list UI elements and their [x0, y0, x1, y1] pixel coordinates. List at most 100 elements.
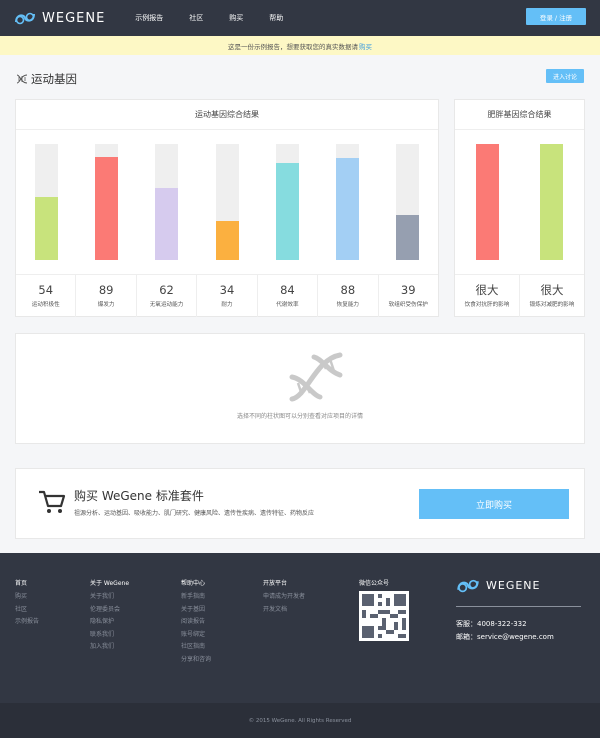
- stat-value: 39: [400, 283, 416, 297]
- stat-cell[interactable]: 84 代谢效率: [258, 275, 319, 317]
- footer-link[interactable]: 关于基因: [181, 604, 211, 617]
- stat-label: 耐力: [221, 302, 233, 308]
- stat-value: 88: [340, 283, 356, 297]
- logo-icon: [457, 579, 479, 593]
- stat-cell[interactable]: 很大饮食对抗肝的影响: [455, 275, 520, 317]
- footer-link[interactable]: 新手指南: [181, 591, 211, 604]
- bar-fill: [94, 156, 118, 260]
- logo-text: WEGENE: [42, 10, 106, 26]
- bar-fill: [336, 157, 360, 260]
- stat-cell[interactable]: 88 恢复能力: [318, 275, 379, 317]
- nav-link-buy[interactable]: 购买: [229, 13, 243, 23]
- cart-icon: [39, 490, 66, 513]
- bar-fill: [475, 144, 499, 260]
- page-title: 运动基因: [16, 71, 77, 87]
- sports-card-title: 运动基因综合结果: [16, 100, 438, 130]
- stat-value: 54: [38, 283, 54, 297]
- bar-0[interactable]: [34, 144, 58, 260]
- buy-subtitle: 祖源分析、运动基因、吸收能力、肌门研究、健康风险、遗传性疾病、遗传特征、药物反应: [74, 510, 315, 517]
- stat-value: 很大: [475, 283, 499, 297]
- footer-col-title: 帮助中心: [181, 580, 206, 587]
- bar-fill: [275, 162, 299, 260]
- stat-value: 89: [98, 283, 114, 297]
- footer-col-title: 微信公众号: [359, 580, 390, 587]
- bar-3[interactable]: [215, 144, 239, 260]
- stat-cell[interactable]: 39 软组织受伤保护: [379, 275, 438, 317]
- footer-link[interactable]: 申请成为开发者: [263, 591, 305, 604]
- buy-now-button[interactable]: 立即购买: [419, 489, 569, 519]
- dna-icon: [289, 352, 343, 402]
- obesity-card-title: 肥胖基因综合结果: [455, 100, 584, 130]
- stat-cell[interactable]: 54 运动积极性: [16, 275, 77, 317]
- stat-label: 运动积极性: [31, 302, 60, 308]
- stat-value: 34: [219, 283, 235, 297]
- footer-col-home: 首页 购买 社区 示例报告: [15, 578, 39, 629]
- footer-col-title: 开放平台: [263, 580, 288, 587]
- notice-buy-link[interactable]: 购买: [359, 41, 372, 51]
- stat-cell[interactable]: 62 无氧运动能力: [137, 275, 198, 317]
- footer-link[interactable]: 隐私保护: [90, 616, 129, 629]
- sports-result-card: 运动基因综合结果 54 运动积极性 89 爆发力 62 无氧运动能力 34 耐力 84 代谢效率 8…: [15, 99, 439, 317]
- footer-col-title: 关于 WeGene: [90, 580, 130, 587]
- footer-logo: WEGENE: [456, 578, 540, 593]
- footer-link[interactable]: 伦理委员会: [90, 604, 129, 617]
- obesity-result-card: 肥胖基因综合结果 很大 饮食对抗肝的影响 很大 锻炼对减肥的影响: [454, 99, 585, 317]
- stat-label: 代谢效率: [276, 302, 299, 308]
- bar-fill: [396, 214, 420, 260]
- discuss-button[interactable]: 进入讨论: [546, 69, 584, 83]
- stat-cell[interactable]: 34 耐力: [197, 275, 258, 317]
- bar-4[interactable]: [275, 144, 299, 260]
- logo[interactable]: WEGENE: [14, 11, 105, 26]
- detail-panel: 选择不同的柱状图可以分别查看对应项目的详情: [15, 333, 585, 444]
- footer-col-about: 关于 WeGene 关于我们 伦理委员会 隐私保护 联系我们 加入我们: [90, 578, 129, 654]
- footer-link[interactable]: 加入我们: [90, 641, 129, 654]
- footer-link[interactable]: 社区指南: [181, 641, 211, 654]
- footer-divider: [456, 606, 581, 607]
- bar-fill: [34, 197, 58, 260]
- dna-small-icon: [16, 74, 28, 84]
- wechat-qr-code: [359, 591, 409, 641]
- detail-hint: 选择不同的柱状图可以分别查看对应项目的详情: [236, 413, 363, 420]
- stat-cell[interactable]: 89 爆发力: [76, 275, 137, 317]
- stat-cell[interactable]: 很大锻炼对减肥的影响: [520, 275, 584, 317]
- footer-link[interactable]: 分享和咨询: [181, 654, 211, 667]
- bar-2[interactable]: [155, 144, 179, 260]
- nav-link-help[interactable]: 帮助: [269, 13, 283, 23]
- buy-panel: 购买 WeGene 标准套件 祖源分析、运动基因、吸收能力、肌门研究、健康风险、…: [15, 468, 585, 539]
- footer-link[interactable]: 购买: [15, 591, 39, 604]
- footer-col-help: 帮助中心 新手指南 关于基因 阅读报告 账号绑定 社区指南 分享和咨询: [181, 578, 211, 667]
- stat-label: 锻炼对减肥的影响: [529, 302, 575, 308]
- nav-link-community[interactable]: 社区: [189, 13, 203, 23]
- nav-link-sample-report[interactable]: 示例报告: [135, 13, 163, 23]
- bar-1[interactable]: [94, 144, 118, 260]
- footer-logo-text: WEGENE: [486, 579, 541, 592]
- footer-link[interactable]: 示例报告: [15, 616, 39, 629]
- footer-link[interactable]: 阅读报告: [181, 616, 211, 629]
- buy-title: 购买 WeGene 标准套件: [74, 489, 204, 503]
- footer-phone: 客服：4008-322-332: [456, 620, 527, 628]
- footer-link[interactable]: 社区: [15, 604, 39, 617]
- footer-link[interactable]: 联系我们: [90, 629, 129, 642]
- logo-icon: [15, 12, 35, 25]
- login-register-button[interactable]: 登录 / 注册: [526, 8, 586, 25]
- bar-fill: [215, 220, 239, 260]
- bar-5[interactable]: [336, 144, 360, 260]
- bar-6[interactable]: [396, 144, 420, 260]
- stat-label: 饮食对抗肝的影响: [464, 302, 510, 308]
- footer-link[interactable]: 账号绑定: [181, 629, 211, 642]
- footer-link[interactable]: 开发文档: [263, 604, 305, 617]
- stat-label: 爆发力: [97, 302, 115, 308]
- obesity-stats-row: 很大 饮食对抗肝的影响 很大 锻炼对减肥的影响: [455, 275, 584, 317]
- footer-link[interactable]: 关于我们: [90, 591, 129, 604]
- footer-col-wechat: 微信公众号: [359, 578, 409, 641]
- stat-value: 很大: [540, 283, 564, 297]
- bar-1[interactable]: [540, 144, 564, 260]
- stat-value: 84: [280, 283, 295, 297]
- stat-value: 62: [159, 283, 174, 297]
- stat-label: 无氧运动能力: [149, 302, 184, 308]
- stat-label: 软组织受伤保护: [388, 302, 428, 308]
- sports-bar-chart: [16, 130, 438, 275]
- footer-col-title[interactable]: 首页: [15, 578, 39, 587]
- bar-0[interactable]: [475, 144, 499, 260]
- footer-email[interactable]: 邮箱：service@wegene.com: [456, 632, 554, 642]
